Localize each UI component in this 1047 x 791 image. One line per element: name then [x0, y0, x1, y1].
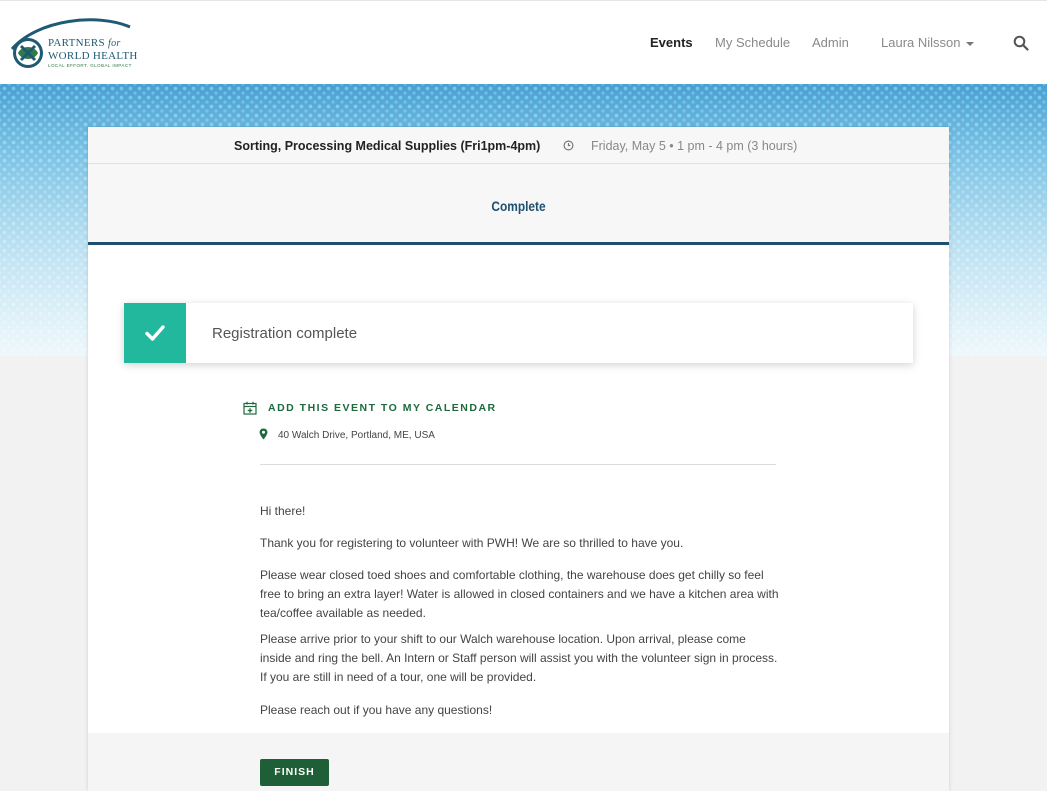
step-indicator: Complete [88, 164, 949, 245]
nav-events[interactable]: Events [650, 35, 693, 50]
message-greeting: Hi there! [260, 504, 306, 518]
section-divider [260, 464, 776, 465]
check-icon [145, 325, 165, 341]
success-alert: Registration complete [124, 303, 913, 363]
message-paragraph: Thank you for registering to volunteer w… [260, 536, 684, 550]
event-header: Sorting, Processing Medical Supplies (Fr… [88, 127, 949, 164]
success-badge [124, 303, 186, 363]
user-name: Laura Nilsson [881, 35, 961, 50]
event-datetime: Friday, May 5 • 1 pm - 4 pm (3 hours) [591, 139, 798, 153]
registration-card: Sorting, Processing Medical Supplies (Fr… [88, 127, 949, 791]
step-label: Complete [491, 198, 546, 214]
caret-down-icon [965, 41, 974, 46]
brand-logo[interactable]: PARTNERS for WORLD HEALTH LOCAL EFFORT. … [8, 13, 168, 73]
message-paragraph: Please wear closed toed shoes and comfor… [260, 568, 779, 620]
message-paragraph: Please arrive prior to your shift to our… [260, 632, 778, 684]
action-bar [88, 733, 949, 791]
search-icon[interactable] [1013, 35, 1029, 51]
brand-tagline: LOCAL EFFORT. GLOBAL IMPACT [48, 63, 132, 68]
event-title: Sorting, Processing Medical Supplies (Fr… [234, 139, 541, 153]
nav-admin[interactable]: Admin [812, 35, 849, 50]
event-address: 40 Walch Drive, Portland, ME, USA [278, 430, 435, 441]
top-navbar: PARTNERS for WORLD HEALTH LOCAL EFFORT. … [0, 0, 1047, 84]
brand-line1-suffix: for [108, 38, 121, 49]
user-menu[interactable]: Laura Nilsson [881, 35, 974, 50]
brand-wordmark: PARTNERS for WORLD HEALTH LOCAL EFFORT. … [48, 37, 138, 69]
brand-line1: PARTNERS [48, 37, 105, 49]
nav-my-schedule[interactable]: My Schedule [715, 35, 790, 50]
map-pin-icon [259, 428, 268, 440]
add-to-calendar-link[interactable]: ADD THIS EVENT TO MY CALENDAR [268, 402, 497, 414]
clock-icon [563, 140, 574, 151]
alert-message: Registration complete [212, 325, 358, 342]
finish-button[interactable]: FINISH [260, 759, 329, 786]
calendar-plus-icon[interactable] [243, 401, 257, 415]
message-paragraph: Please reach out if you have any questio… [260, 703, 493, 717]
brand-line2: WORLD HEALTH [48, 50, 138, 62]
